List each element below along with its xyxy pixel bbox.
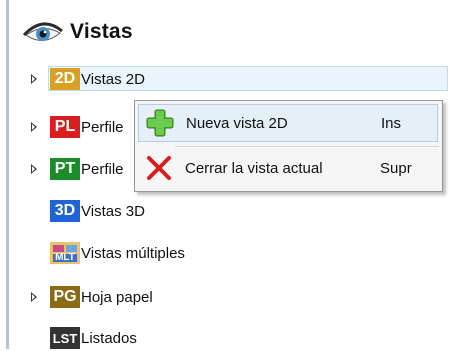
badge-2d-icon: 2D <box>50 68 80 90</box>
expander-spacer <box>28 325 40 351</box>
close-icon <box>142 151 176 185</box>
menu-item-shortcut: Ins <box>381 114 402 132</box>
tree-item-listados[interactable]: LST Listados <box>28 325 448 351</box>
expand-arrow-icon[interactable] <box>28 284 40 310</box>
tree-item-label: Vistas múltiples <box>81 244 185 262</box>
tree-item-label: Perfile <box>81 160 124 178</box>
menu-item-nueva-vista-2d[interactable]: Nueva vista 2D Ins <box>138 104 438 142</box>
badge-pl-icon: PL <box>50 116 80 138</box>
expand-arrow-icon[interactable] <box>28 66 40 92</box>
badge-mlt-text: MLT <box>55 251 75 263</box>
badge-pg-icon: PG <box>50 286 80 308</box>
menu-item-label: Cerrar la vista actual <box>185 159 323 177</box>
badge-lst-icon: LST <box>50 327 80 349</box>
menu-item-label: Nueva vista 2D <box>186 114 288 132</box>
badge-mlt-icon: MLT <box>50 242 80 264</box>
tree-item-vistas-3d[interactable]: 3D Vistas 3D <box>28 198 448 224</box>
menu-item-cerrar-vista[interactable]: Cerrar la vista actual Supr <box>138 149 438 187</box>
tree-item-vistas-2d[interactable]: 2D Vistas 2D <box>28 66 448 92</box>
menu-item-shortcut: Supr <box>380 159 412 177</box>
plus-icon <box>143 106 177 140</box>
tree-item-label: Vistas 2D <box>81 70 145 88</box>
expander-spacer <box>28 198 40 224</box>
badge-pt-icon: PT <box>50 158 80 180</box>
tree-item-label: Hoja papel <box>81 288 153 306</box>
badge-3d-icon: 3D <box>50 200 80 222</box>
tree-item-label: Perfile <box>81 118 124 136</box>
expand-arrow-icon[interactable] <box>28 156 40 182</box>
expander-spacer <box>28 240 40 266</box>
context-menu: Nueva vista 2D Ins Cerrar la vista actua… <box>134 100 443 192</box>
menu-separator <box>175 146 439 147</box>
expand-arrow-icon[interactable] <box>28 114 40 140</box>
tree-item-hoja-papel[interactable]: PG Hoja papel <box>28 284 448 310</box>
tree-item-label: Listados <box>81 329 137 347</box>
tree-item-label: Vistas 3D <box>81 202 145 220</box>
tree-item-vistas-multiples[interactable]: MLT Vistas múltiples <box>28 240 448 266</box>
